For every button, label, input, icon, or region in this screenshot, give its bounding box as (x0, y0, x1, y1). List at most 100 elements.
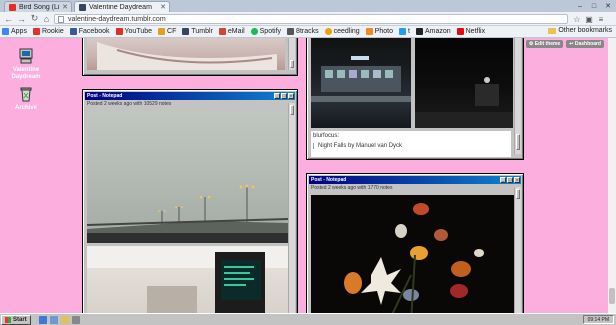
close-icon[interactable]: × (288, 93, 294, 99)
bookmark-spotify[interactable]: Spotify (250, 28, 281, 35)
bookmark-youtube[interactable]: YouTube (115, 28, 152, 35)
tumblr-favicon-icon (79, 3, 86, 11)
minimize-icon[interactable]: _ (274, 93, 280, 99)
reload-icon[interactable]: ↻ (29, 13, 40, 24)
bookmark-apps[interactable]: Apps (2, 28, 27, 35)
window-controls: – □ ✕ (574, 1, 614, 11)
post-meta: Posted 2 weeks ago with 1770 notes (311, 185, 393, 191)
post-image-flowers (311, 195, 514, 313)
tab-title: Bird Song (Live - (19, 3, 59, 11)
sneaker-photo (97, 42, 277, 70)
spotify-icon (250, 28, 258, 35)
dashboard-button[interactable]: ↩ Dashboard (566, 40, 604, 48)
scrollbar[interactable] (514, 187, 521, 313)
post-window-top-left (82, 38, 298, 76)
address-bar[interactable]: valentine-daydream.tumblr.com (54, 14, 568, 24)
email-icon (218, 28, 226, 35)
start-button[interactable]: Start (1, 314, 31, 325)
post-image (87, 38, 285, 70)
bookmark-8tracks[interactable]: 8tracks (287, 28, 319, 35)
scrollbar[interactable] (288, 103, 295, 313)
desktop-icon-archive[interactable]: Archive (6, 86, 46, 112)
8tracks-icon (287, 28, 295, 35)
window-titlebar: Post - Notepad _ □ × (85, 92, 295, 100)
post-window-left: Post - Notepad _ □ × Posted 2 weeks ago … (82, 89, 298, 313)
windows-logo-icon (5, 316, 11, 323)
forward-icon[interactable]: → (16, 13, 27, 24)
caption-user: blurfocus: (313, 133, 340, 139)
tab-valentine-daydream[interactable]: Valentine Daydream ✕ (74, 1, 170, 12)
menu-icon[interactable]: ≡ (596, 14, 606, 24)
ie-icon[interactable] (38, 315, 47, 324)
folder-icon[interactable] (60, 315, 69, 324)
post-image-highway (86, 111, 289, 243)
netflix-icon (456, 28, 464, 35)
page-scrollbar[interactable] (608, 38, 616, 313)
taskbar: Start 09:14 PM (0, 313, 616, 325)
caption-link[interactable]: Night Falls by Manuel van Dyck (318, 143, 402, 149)
maximize-icon[interactable]: □ (281, 93, 287, 99)
post-image-street (415, 38, 513, 128)
bookmark-rookie[interactable]: Rookie (32, 28, 64, 35)
ceedling-icon (324, 28, 332, 35)
tumblr-controls: ⚙ Edit theme ↩ Dashboard (525, 40, 604, 48)
computer-icon (19, 48, 33, 64)
tab-bird-song[interactable]: Bird Song (Live - ✕ (4, 1, 72, 12)
minimize-icon[interactable]: _ (500, 177, 506, 183)
close-window-icon[interactable]: ✕ (602, 1, 614, 11)
scrollbar[interactable] (514, 38, 521, 154)
post-meta: Posted 2 weeks ago with 10529 notes (87, 101, 172, 107)
page-icon (58, 15, 64, 23)
apps-icon (2, 28, 9, 35)
photo-icon (365, 28, 373, 35)
back-icon[interactable]: ← (3, 13, 14, 24)
desktop-icon-label: Valentine Daydream (11, 67, 41, 80)
desktop-icon-home[interactable]: Valentine Daydream (6, 48, 46, 81)
bookmark-facebook[interactable]: Facebook (69, 28, 110, 35)
url-text: valentine-daydream.tumblr.com (68, 15, 166, 23)
extension-icon[interactable]: ▣ (584, 14, 594, 24)
scrollbar[interactable] (288, 38, 295, 70)
flower-painting (344, 203, 484, 313)
recycle-bin-icon (20, 87, 32, 102)
star-icon[interactable]: ☆ (572, 14, 582, 24)
bookmark-tumblr[interactable]: Tumblr (182, 28, 213, 35)
bookmark-email[interactable]: eMail (218, 28, 245, 35)
bookmark-photo[interactable]: Photo (365, 28, 393, 35)
amazon-icon (415, 28, 423, 35)
other-bookmarks[interactable]: Other bookmarks (548, 27, 612, 34)
facebook-icon (69, 28, 77, 35)
desktop-icon[interactable] (49, 315, 58, 324)
close-tab-icon[interactable]: ✕ (160, 3, 166, 11)
post-caption: blurfocus: Night Falls by Manuel van Dyc… (311, 131, 511, 157)
edit-theme-button[interactable]: ⚙ Edit theme (525, 40, 564, 48)
home-icon[interactable]: ⌂ (41, 13, 52, 24)
folder-icon (548, 27, 557, 34)
desktop-icon-label: Archive (14, 105, 37, 111)
street-photo (415, 77, 513, 128)
bookmark-twitter[interactable]: t (398, 28, 410, 35)
page-scroll-thumb[interactable] (609, 288, 615, 304)
post-window-right: Post - Notepad _ □ × Posted 2 weeks ago … (306, 173, 524, 313)
rookie-icon (32, 28, 40, 35)
app-icon[interactable] (71, 315, 80, 324)
bookmark-amazon[interactable]: Amazon (415, 28, 451, 35)
bookmark-cf[interactable]: CF (158, 28, 176, 35)
window-title: Post - Notepad (311, 177, 347, 183)
window-title: Post - Notepad (87, 93, 123, 99)
tumblr-icon (182, 28, 190, 35)
close-icon[interactable]: × (514, 177, 520, 183)
bookmark-ceedling[interactable]: ceedling (324, 28, 360, 35)
close-tab-icon[interactable]: ✕ (62, 3, 68, 11)
highway-photo (86, 184, 289, 243)
bookmark-netflix[interactable]: Netflix (456, 28, 485, 35)
post-image-station (311, 38, 411, 128)
clock: 09:14 PM (582, 315, 614, 324)
station-photo (311, 56, 411, 102)
minimize-icon[interactable]: – (574, 1, 586, 11)
bookmarks-bar: Apps Rookie Facebook YouTube CF Tumblr e… (0, 26, 616, 38)
airport-photo (87, 246, 288, 313)
maximize-icon[interactable]: □ (507, 177, 513, 183)
maximize-icon[interactable]: □ (588, 1, 600, 11)
caption-quote: Night Falls by Manuel van Dyck (313, 143, 509, 149)
